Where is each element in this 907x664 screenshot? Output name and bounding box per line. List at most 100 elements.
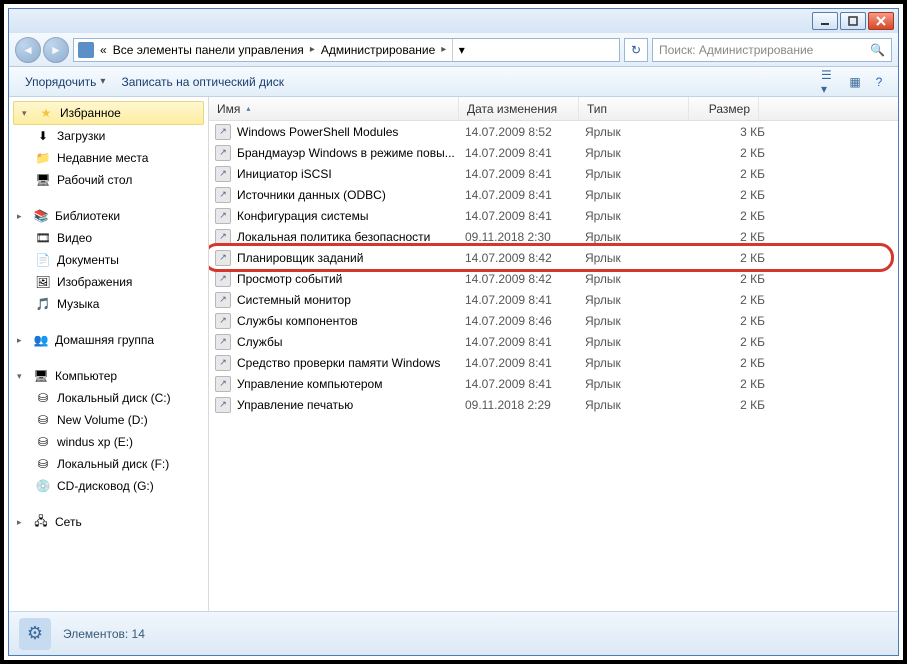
sidebar-item[interactable]: 📄Документы	[9, 249, 208, 271]
file-row[interactable]: ↗ Управление печатью 09.11.2018 2:29 Ярл…	[209, 394, 898, 415]
libraries-icon: 📚	[33, 208, 49, 224]
preview-pane-button[interactable]: ▦	[844, 71, 866, 93]
column-date[interactable]: Дата изменения	[459, 97, 579, 120]
file-size: 3 КБ	[695, 125, 765, 139]
file-size: 2 КБ	[695, 209, 765, 223]
file-date: 14.07.2009 8:52	[465, 125, 585, 139]
sidebar-item[interactable]: ⛁Локальный диск (C:)	[9, 387, 208, 409]
file-row[interactable]: ↗ Конфигурация системы 14.07.2009 8:41 Я…	[209, 205, 898, 226]
forward-button[interactable]: ►	[43, 37, 69, 63]
shortcut-icon: ↗	[215, 166, 231, 182]
file-type: Ярлык	[585, 209, 695, 223]
library-icon: 📄	[35, 252, 51, 268]
file-row[interactable]: ↗ Службы компонентов 14.07.2009 8:46 Ярл…	[209, 310, 898, 331]
chevron-right-icon[interactable]: ▸	[441, 44, 446, 55]
file-row[interactable]: ↗ Windows PowerShell Modules 14.07.2009 …	[209, 121, 898, 142]
titlebar	[9, 9, 898, 33]
file-date: 14.07.2009 8:41	[465, 188, 585, 202]
shortcut-icon: ↗	[215, 208, 231, 224]
sidebar-item[interactable]: 📁Недавние места	[9, 147, 208, 169]
file-name: Брандмауэр Windows в режиме повы...	[237, 146, 465, 160]
file-size: 2 КБ	[695, 188, 765, 202]
shortcut-icon: ↗	[215, 292, 231, 308]
organize-menu[interactable]: Упорядочить ▾	[17, 71, 113, 93]
sidebar-homegroup[interactable]: ▸👥Домашняя группа	[9, 329, 208, 351]
folder-icon: 📁	[35, 150, 51, 166]
maximize-button[interactable]	[840, 12, 866, 30]
sidebar-network[interactable]: ▸🖧Сеть	[9, 511, 208, 533]
close-button[interactable]	[868, 12, 894, 30]
shortcut-icon: ↗	[215, 187, 231, 203]
explorer-window: ◄ ► « Все элементы панели управления ▸ А…	[8, 8, 899, 656]
column-size[interactable]: Размер	[689, 97, 759, 120]
file-row[interactable]: ↗ Просмотр событий 14.07.2009 8:42 Ярлык…	[209, 268, 898, 289]
sidebar-item[interactable]: 💿CD-дисковод (G:)	[9, 475, 208, 497]
sidebar-computer[interactable]: ▾🖥Компьютер	[9, 365, 208, 387]
file-row[interactable]: ↗ Инициатор iSCSI 14.07.2009 8:41 Ярлык …	[209, 163, 898, 184]
shortcut-icon: ↗	[215, 229, 231, 245]
view-menu[interactable]: ☰ ▾	[820, 71, 842, 93]
file-name: Системный монитор	[237, 293, 465, 307]
shortcut-icon: ↗	[215, 376, 231, 392]
search-input[interactable]: Поиск: Администрирование 🔍	[652, 38, 892, 62]
sidebar-item[interactable]: ⛁New Volume (D:)	[9, 409, 208, 431]
file-date: 14.07.2009 8:46	[465, 314, 585, 328]
location-icon	[78, 42, 94, 58]
library-icon: 🖼	[35, 274, 51, 290]
file-name: Локальная политика безопасности	[237, 230, 465, 244]
file-name: Источники данных (ODBC)	[237, 188, 465, 202]
burn-button[interactable]: Записать на оптический диск	[113, 71, 292, 93]
file-date: 14.07.2009 8:41	[465, 209, 585, 223]
sidebar-item[interactable]: 🎵Музыка	[9, 293, 208, 315]
file-type: Ярлык	[585, 230, 695, 244]
file-row[interactable]: ↗ Локальная политика безопасности 09.11.…	[209, 226, 898, 247]
file-type: Ярлык	[585, 335, 695, 349]
file-row[interactable]: ↗ Управление компьютером 14.07.2009 8:41…	[209, 373, 898, 394]
file-name: Просмотр событий	[237, 272, 465, 286]
refresh-button[interactable]: ↻	[624, 38, 648, 62]
file-row[interactable]: ↗ Системный монитор 14.07.2009 8:41 Ярлы…	[209, 289, 898, 310]
file-row[interactable]: ↗ Планировщик заданий 14.07.2009 8:42 Яр…	[209, 247, 898, 268]
back-button[interactable]: ◄	[15, 37, 41, 63]
column-type[interactable]: Тип	[579, 97, 689, 120]
column-headers: Имя Дата изменения Тип Размер	[209, 97, 898, 121]
shortcut-icon: ↗	[215, 250, 231, 266]
file-name: Планировщик заданий	[237, 251, 465, 265]
search-icon: 🔍	[870, 43, 885, 57]
file-date: 09.11.2018 2:29	[465, 398, 585, 412]
sidebar-item[interactable]: 🎞Видео	[9, 227, 208, 249]
help-button[interactable]: ?	[868, 71, 890, 93]
sidebar-libraries[interactable]: ▸📚Библиотеки	[9, 205, 208, 227]
file-name: Windows PowerShell Modules	[237, 125, 465, 139]
breadcrumb-part[interactable]: Администрирование	[321, 43, 435, 57]
address-dropdown[interactable]: ▾	[452, 39, 470, 61]
file-row[interactable]: ↗ Службы 14.07.2009 8:41 Ярлык 2 КБ	[209, 331, 898, 352]
file-size: 2 КБ	[695, 398, 765, 412]
file-date: 14.07.2009 8:42	[465, 251, 585, 265]
file-row[interactable]: ↗ Источники данных (ODBC) 14.07.2009 8:4…	[209, 184, 898, 205]
column-name[interactable]: Имя	[209, 97, 459, 120]
file-date: 14.07.2009 8:41	[465, 167, 585, 181]
shortcut-icon: ↗	[215, 355, 231, 371]
minimize-button[interactable]	[812, 12, 838, 30]
folder-icon: ⬇	[35, 128, 51, 144]
sidebar-item[interactable]: ⛁Локальный диск (F:)	[9, 453, 208, 475]
file-type: Ярлык	[585, 251, 695, 265]
shortcut-icon: ↗	[215, 271, 231, 287]
chevron-right-icon[interactable]: ▸	[310, 44, 315, 55]
file-name: Службы компонентов	[237, 314, 465, 328]
file-type: Ярлык	[585, 398, 695, 412]
sidebar-item[interactable]: ⬇Загрузки	[9, 125, 208, 147]
file-row[interactable]: ↗ Средство проверки памяти Windows 14.07…	[209, 352, 898, 373]
sidebar-item[interactable]: 🖥Рабочий стол	[9, 169, 208, 191]
breadcrumb-part[interactable]: Все элементы панели управления	[113, 43, 304, 57]
file-size: 2 КБ	[695, 314, 765, 328]
homegroup-icon: 👥	[33, 332, 49, 348]
sidebar-item[interactable]: ⛁windus xp (E:)	[9, 431, 208, 453]
shortcut-icon: ↗	[215, 334, 231, 350]
sidebar-item[interactable]: 🖼Изображения	[9, 271, 208, 293]
file-row[interactable]: ↗ Брандмауэр Windows в режиме повы... 14…	[209, 142, 898, 163]
file-date: 14.07.2009 8:41	[465, 377, 585, 391]
address-bar[interactable]: « Все элементы панели управления ▸ Админ…	[73, 38, 620, 62]
sidebar-favorites[interactable]: ▾★Избранное	[13, 101, 204, 125]
